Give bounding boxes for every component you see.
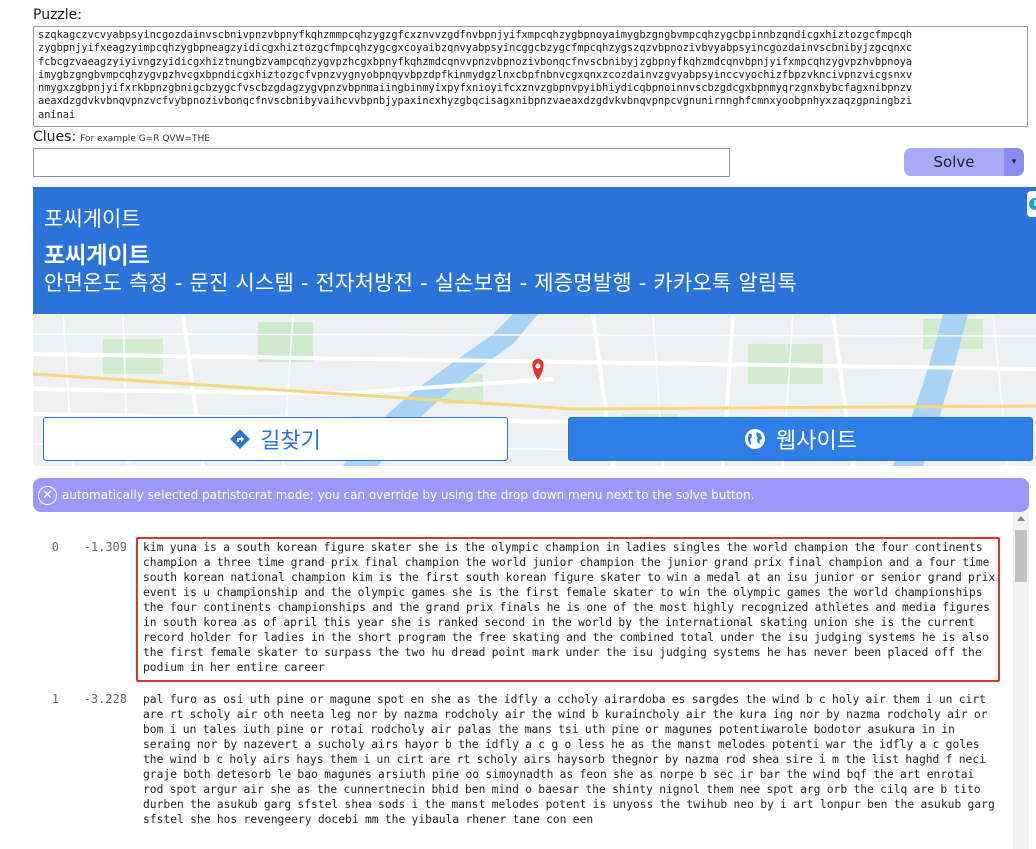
clues-hint: For example G=R QVW=THE bbox=[80, 134, 210, 144]
puzzle-textarea[interactable]: szqkagczvcvyabpsyincgozdainvscbnivpnzvbp… bbox=[33, 26, 1028, 127]
result-text: pal furo as osi uth pine or magune spot … bbox=[143, 693, 995, 826]
globe-icon bbox=[745, 429, 766, 449]
puzzle-label: Puzzle: bbox=[33, 7, 82, 23]
info-notification-bar: ✕ automatically selected patristocrat mo… bbox=[33, 478, 1029, 512]
result-index: 0 bbox=[51, 540, 59, 554]
result-index: 1 bbox=[51, 692, 59, 706]
result-score: -3.228 bbox=[83, 692, 127, 706]
directions-icon bbox=[230, 429, 251, 449]
scrollbar-thumb[interactable] bbox=[1015, 530, 1027, 582]
ad-brand-small: 포씨게이트 bbox=[44, 207, 141, 231]
close-circle-icon[interactable]: ✕ bbox=[38, 485, 57, 505]
results-list: 0 -1.309 kim yuna is a south korean figu… bbox=[33, 531, 1013, 849]
scroll-up-arrow-icon[interactable] bbox=[1017, 516, 1025, 521]
advertisement[interactable]: 포씨게이트 포씨게이트 안면온도 측정 - 문진 시스템 - 전자처방전 - 실… bbox=[33, 187, 1036, 466]
solve-mode-dropdown[interactable]: ▾ bbox=[1004, 148, 1024, 176]
website-button[interactable]: 웹사이트 bbox=[568, 417, 1033, 461]
solve-button[interactable]: Solve bbox=[904, 148, 1004, 176]
directions-button[interactable]: 길찾기 bbox=[43, 417, 508, 461]
directions-label: 길찾기 bbox=[260, 429, 321, 454]
results-scrollbar[interactable] bbox=[1013, 512, 1029, 849]
clues-label: Clues: For example G=R QVW=THE bbox=[33, 129, 210, 145]
info-message: automatically selected patristocrat mode… bbox=[62, 488, 755, 502]
result-text: kim yuna is a south korean figure skater… bbox=[143, 541, 996, 674]
ad-brand-title[interactable]: 포씨게이트 bbox=[44, 236, 150, 270]
chevron-down-icon: ▾ bbox=[1011, 157, 1017, 167]
ad-choices-badge[interactable]: i bbox=[1027, 191, 1036, 217]
result-score: -1.309 bbox=[83, 540, 127, 554]
ad-info-icon: i bbox=[1029, 198, 1036, 210]
ad-description: 안면온도 측정 - 문진 시스템 - 전자처방전 - 실손보험 - 제증명발행 … bbox=[44, 271, 797, 295]
clues-label-text: Clues: bbox=[33, 129, 77, 145]
website-label: 웹사이트 bbox=[776, 429, 857, 454]
clues-input[interactable] bbox=[33, 148, 730, 177]
